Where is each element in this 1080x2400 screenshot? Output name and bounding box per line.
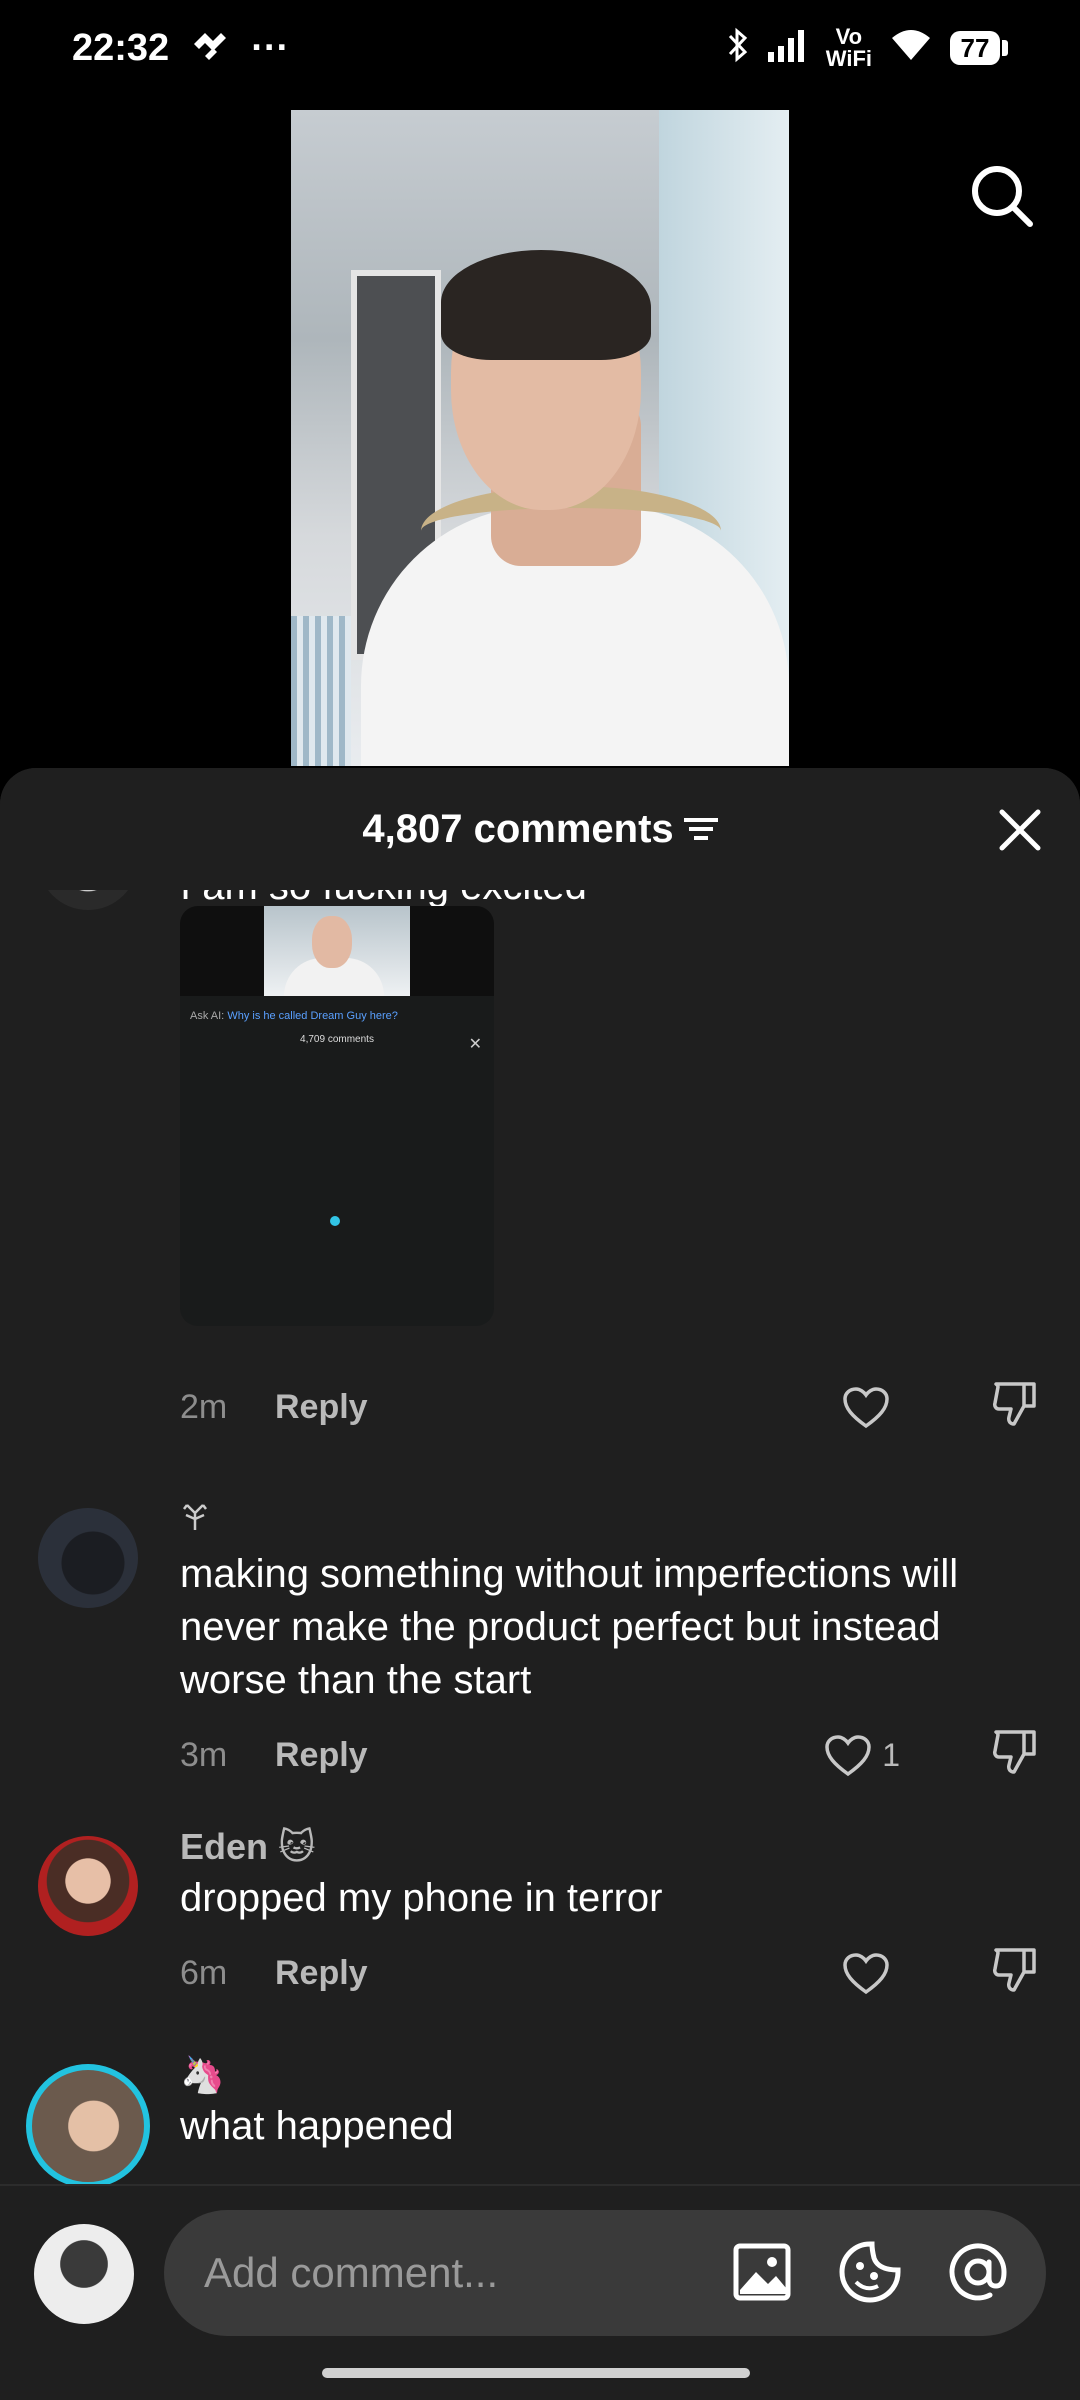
battery-icon: 77 xyxy=(950,31,1008,65)
home-indicator[interactable] xyxy=(322,2368,750,2378)
reply-button[interactable]: Reply xyxy=(275,1388,368,1427)
thumbs-down-icon xyxy=(993,1948,1036,1992)
comments-header: 4,807 comments xyxy=(0,768,1080,890)
video-preview[interactable] xyxy=(291,110,789,766)
signal-icon xyxy=(767,28,808,69)
avatar[interactable] xyxy=(38,1508,138,1608)
comment-input-bar xyxy=(0,2184,1080,2354)
sort-filter-icon[interactable] xyxy=(683,807,718,852)
attachment-comments-title: 4,709 comments xyxy=(300,1034,374,1045)
clock: 22:32 xyxy=(72,26,170,69)
comment-time: 3m xyxy=(180,1736,228,1774)
dislike-button[interactable] xyxy=(990,1378,1040,1437)
app-notification-icon xyxy=(191,27,229,70)
close-icon[interactable] xyxy=(998,808,1042,852)
tree-symbol-icon xyxy=(180,1498,210,1540)
comments-title[interactable]: 4,807 comments xyxy=(362,807,718,852)
comments-sheet: 4,807 comments I am so fucking excited A… xyxy=(0,768,1080,2400)
avatar-with-story-ring[interactable] xyxy=(26,2064,150,2188)
thumbs-down-icon xyxy=(993,1730,1036,1774)
username[interactable]: 🦄 xyxy=(180,2054,1040,2096)
comment-image-attachment[interactable]: Ask AI: Why is he called Dream Guy here?… xyxy=(180,906,494,1326)
like-button[interactable] xyxy=(842,1386,900,1430)
vowifi-label: Vo WiFi xyxy=(825,24,872,71)
dislike-button[interactable] xyxy=(990,1944,1040,2003)
like-button[interactable] xyxy=(842,1952,900,1996)
comment-input[interactable] xyxy=(204,2249,704,2297)
sticker-icon[interactable] xyxy=(838,2240,902,2304)
comment-text: dropped my phone in terror xyxy=(180,1876,663,1920)
my-avatar[interactable] xyxy=(34,2224,134,2324)
heart-icon xyxy=(843,1386,889,1428)
heart-icon xyxy=(843,1952,889,1994)
comment-text: what happened xyxy=(180,2104,454,2148)
heart-icon xyxy=(825,1734,871,1776)
reply-button[interactable]: Reply xyxy=(275,1954,368,1993)
list-item: making something without imperfections w… xyxy=(0,1498,1080,1818)
comment-meta: 2m Reply xyxy=(180,1382,1040,1430)
like-button[interactable]: 1 xyxy=(824,1734,900,1778)
loading-indicator xyxy=(330,1216,340,1226)
thumbs-down-icon xyxy=(993,1382,1036,1426)
mention-icon[interactable] xyxy=(946,2240,1010,2304)
status-bar: 22:32 ··· Vo WiFi 77 xyxy=(0,0,1080,96)
username[interactable] xyxy=(180,1498,1040,1540)
wifi-icon xyxy=(890,28,932,69)
comment-meta: 3m Reply 1 xyxy=(180,1730,1040,1778)
username[interactable]: Eden 🐱 xyxy=(180,1826,1040,1868)
comment-input-container[interactable] xyxy=(164,2210,1046,2336)
unicorn-emoji: 🦄 xyxy=(180,2054,225,2095)
bluetooth-icon xyxy=(726,26,750,71)
avatar[interactable] xyxy=(38,1836,138,1936)
like-count: 1 xyxy=(882,1737,900,1773)
image-icon[interactable] xyxy=(730,2240,794,2304)
cat-emoji: 🐱 xyxy=(278,1826,316,1867)
comment-time: 6m xyxy=(180,1954,228,1992)
ask-ai-line: Ask AI: Why is he called Dream Guy here? xyxy=(190,1010,398,1022)
list-item: I am so fucking excited Ask AI: Why is h… xyxy=(0,868,1080,1458)
reply-button[interactable]: Reply xyxy=(275,1736,368,1775)
comments-list[interactable]: I am so fucking excited Ask AI: Why is h… xyxy=(0,868,1080,2284)
comment-text: making something without imperfections w… xyxy=(180,1552,959,1702)
comment-meta: 6m Reply xyxy=(180,1948,1040,1996)
more-notifications: ··· xyxy=(251,26,290,69)
search-icon[interactable] xyxy=(964,158,1040,234)
list-item: Eden 🐱 dropped my phone in terror 6m Rep… xyxy=(0,1826,1080,2046)
dislike-button[interactable] xyxy=(990,1726,1040,1785)
attachment-close-icon: ✕ xyxy=(468,1036,482,1053)
comment-time: 2m xyxy=(180,1388,228,1426)
